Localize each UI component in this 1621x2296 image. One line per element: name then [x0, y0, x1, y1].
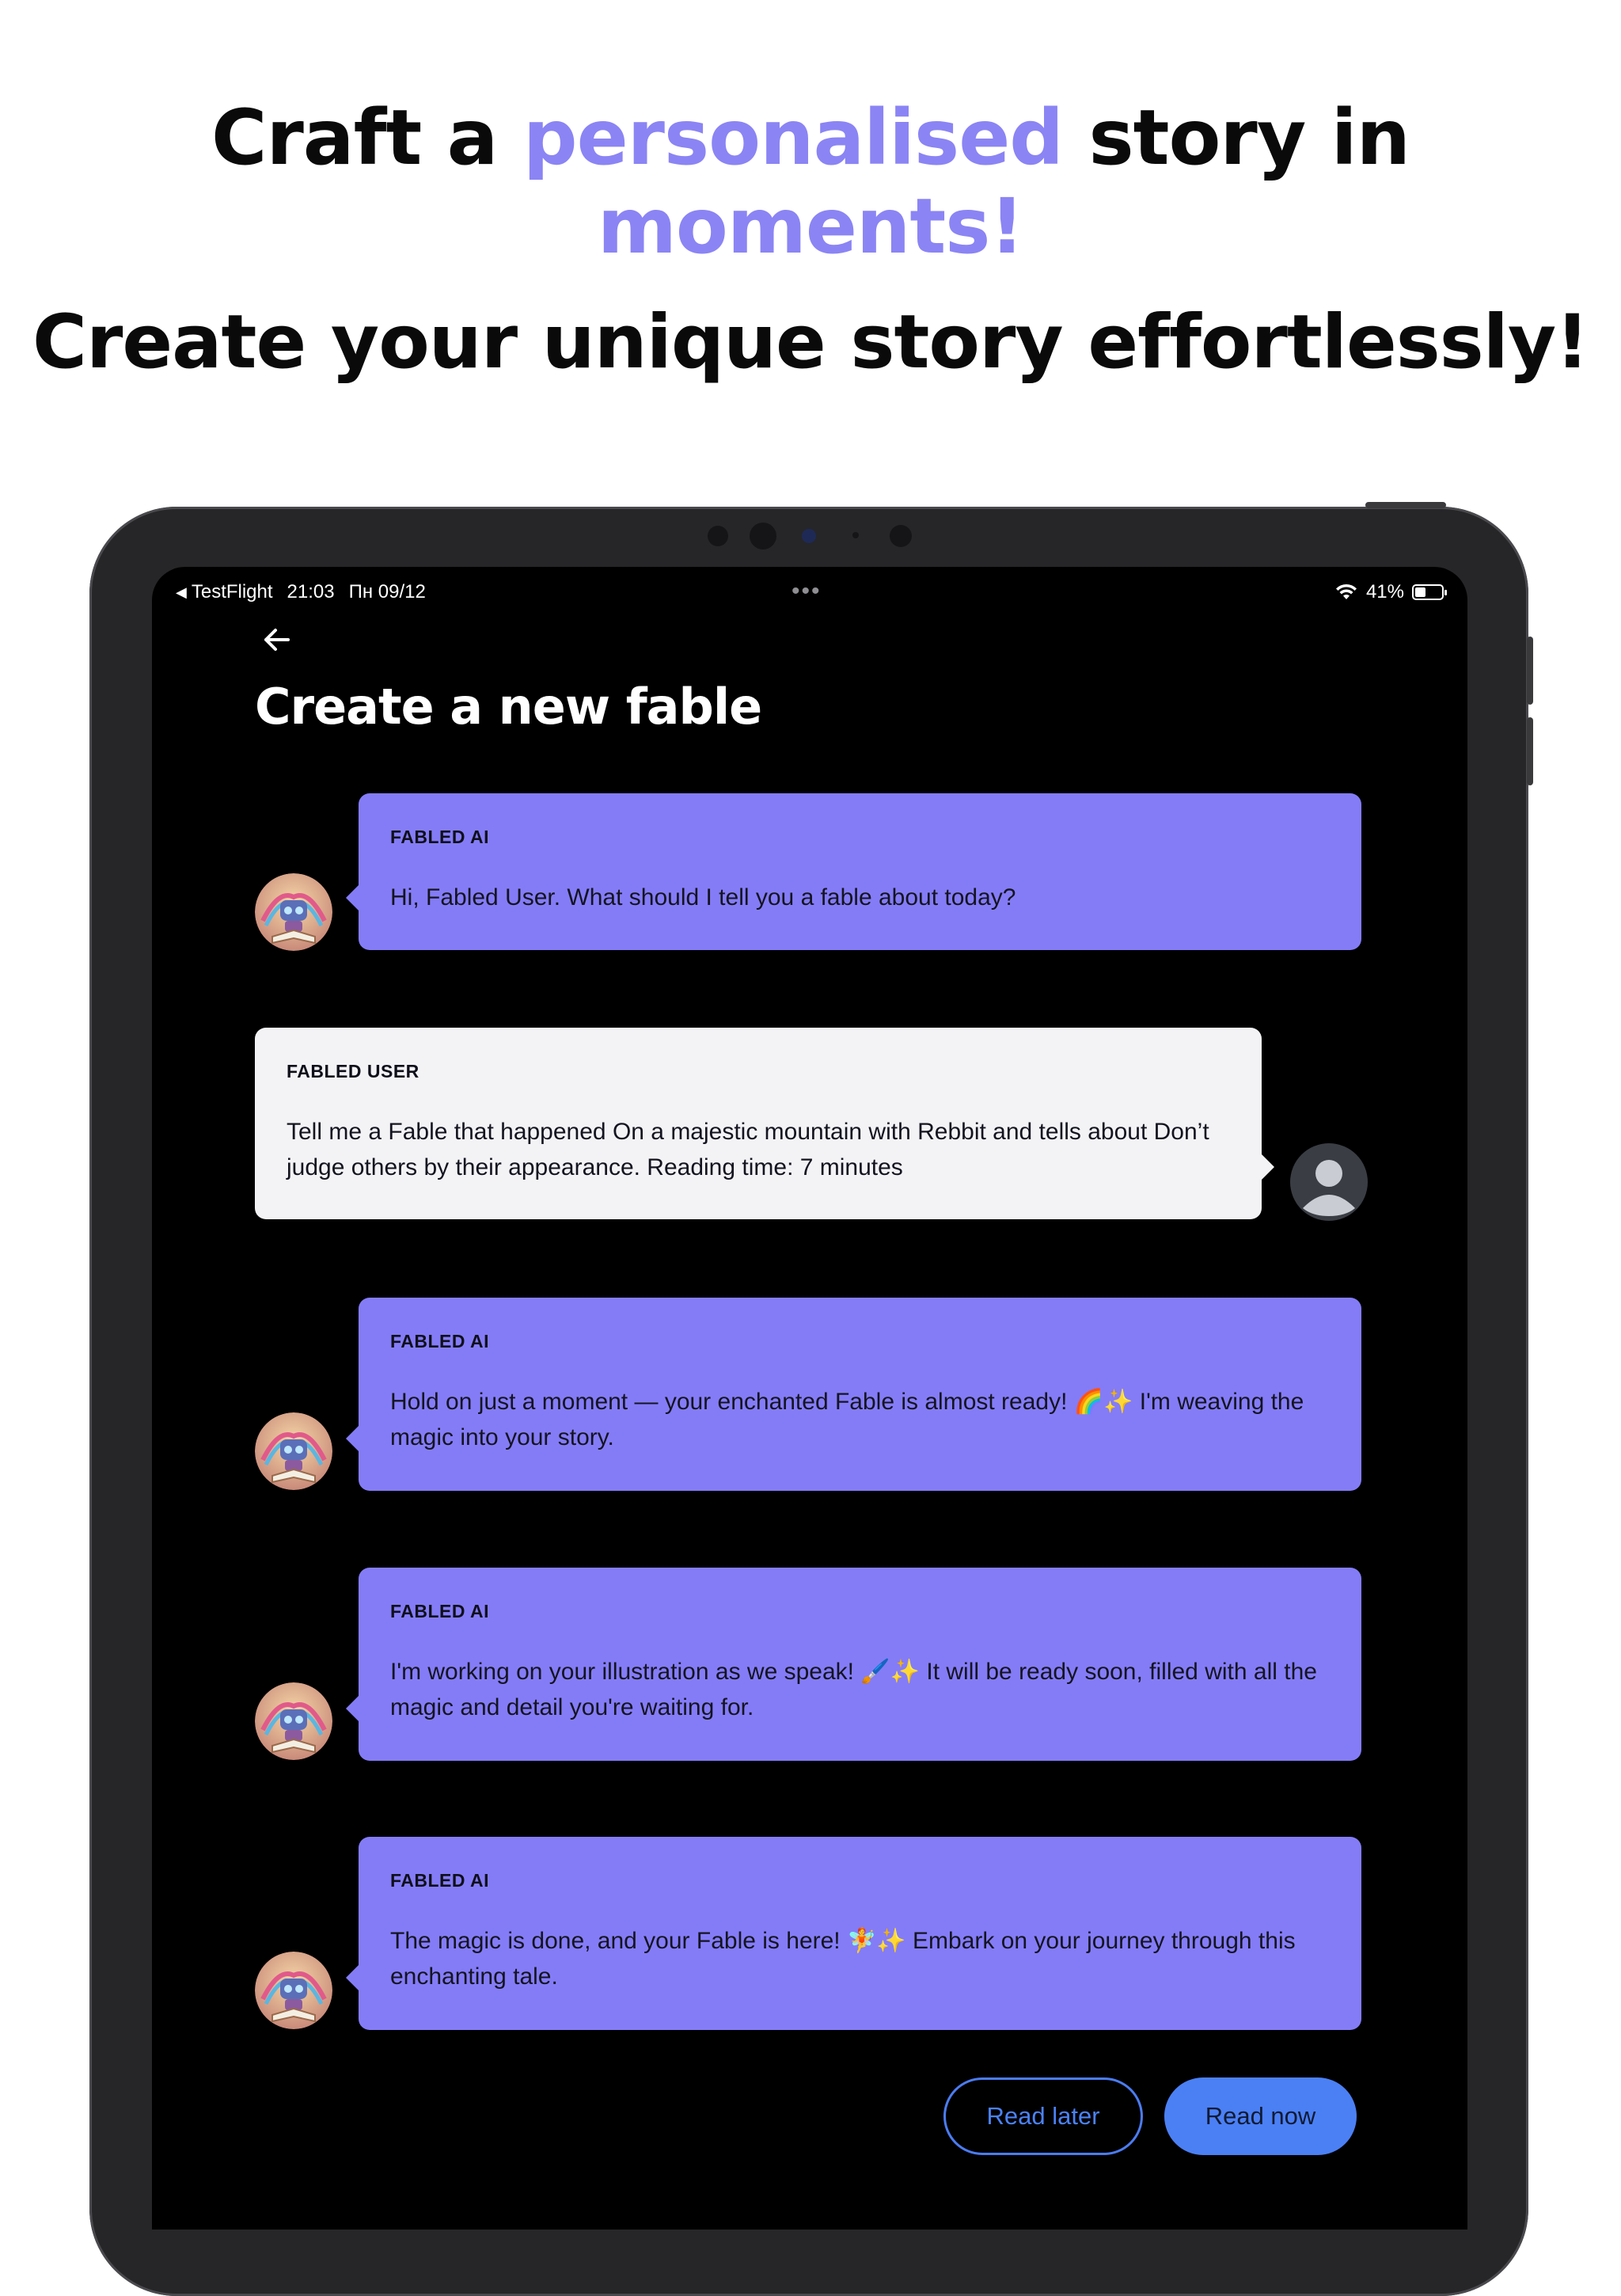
ai-message-bubble: FABLED AI The magic is done, and your Fa… — [346, 1837, 1361, 2030]
message-author: FABLED AI — [390, 1601, 490, 1621]
ai-message-bubble: FABLED AI I'm working on your illustrati… — [346, 1568, 1361, 1761]
ai-avatar — [255, 1952, 332, 2029]
ai-avatar — [255, 1412, 332, 1490]
back-to-app-link[interactable]: ◀ TestFlight — [176, 581, 273, 603]
volume-down-button — [1527, 717, 1533, 785]
read-later-button[interactable]: Read later — [943, 2077, 1143, 2155]
fabled-ai-avatar-icon — [255, 1952, 332, 2029]
headline-post: story in — [1088, 93, 1410, 182]
bubble-tail — [346, 1426, 359, 1451]
status-bar: ◀ TestFlight 21:03 Пн 09/12 ••• 41% — [152, 567, 1467, 614]
top-button — [1365, 502, 1446, 508]
message-text: The magic is done, and your Fable is her… — [390, 1928, 1296, 1990]
fabled-ai-avatar-icon — [255, 1682, 332, 1760]
wifi-icon — [1335, 584, 1357, 599]
headline-pre: Craft a — [211, 93, 498, 182]
sensor-icon — [890, 525, 912, 547]
message-author: FABLED AI — [390, 1331, 490, 1351]
status-right: 41% — [1334, 581, 1447, 603]
message-text: Tell me a Fable that happened On a majes… — [287, 1119, 1209, 1180]
read-now-button[interactable]: Read now — [1164, 2077, 1357, 2155]
arrow-left-icon[interactable] — [253, 616, 301, 663]
headline: Craft a personalised story in moments! — [0, 93, 1621, 271]
message-text: Hold on just a moment — your enchanted F… — [390, 1389, 1304, 1450]
subheadline: Create your unique story effortlessly! — [32, 299, 1589, 386]
message-text: Hi, Fabled User. What should I tell you … — [390, 884, 1016, 910]
app-screen: ◀ TestFlight 21:03 Пн 09/12 ••• 41% Crea… — [152, 567, 1467, 2229]
ai-message-bubble: FABLED AI Hi, Fabled User. What should I… — [346, 793, 1361, 950]
sensor-icon — [750, 523, 776, 549]
bubble-tail — [1262, 1154, 1274, 1180]
bubble-tail — [346, 1965, 359, 1990]
user-message-bubble: FABLED USER Tell me a Fable that happene… — [255, 1028, 1274, 1219]
person-icon — [1303, 1160, 1355, 1216]
triangle-left-icon: ◀ — [176, 584, 187, 600]
message-author: FABLED AI — [390, 827, 490, 847]
status-time: 21:03 — [287, 581, 335, 603]
ai-message-bubble: FABLED AI Hold on just a moment — your e… — [346, 1298, 1361, 1491]
bubble-tail — [346, 885, 359, 910]
message-author: FABLED USER — [287, 1061, 419, 1081]
message-text: I'm working on your illustration as we s… — [390, 1659, 1317, 1720]
fabled-ai-avatar-icon — [255, 873, 332, 951]
status-date: Пн 09/12 — [348, 581, 426, 603]
battery-percent: 41% — [1365, 581, 1404, 603]
status-left: ◀ TestFlight 21:03 Пн 09/12 — [176, 581, 426, 603]
headline-accent-2: moments! — [597, 182, 1024, 271]
sensor-icon — [852, 532, 859, 538]
fabled-ai-avatar-icon — [255, 1412, 332, 1490]
battery-icon — [1412, 584, 1447, 600]
headline-accent: personalised — [522, 93, 1064, 182]
camera-icon — [802, 529, 816, 543]
back-app-label: TestFlight — [191, 581, 273, 603]
bubble-tail — [346, 1696, 359, 1721]
sensor-icon — [708, 526, 728, 546]
user-avatar — [1290, 1143, 1368, 1221]
volume-up-button — [1527, 637, 1533, 705]
message-author: FABLED AI — [390, 1870, 490, 1891]
multitasking-dots-icon[interactable]: ••• — [792, 578, 822, 605]
page-title: Create a new fable — [255, 678, 762, 736]
ai-avatar — [255, 1682, 332, 1760]
ai-avatar — [255, 873, 332, 951]
